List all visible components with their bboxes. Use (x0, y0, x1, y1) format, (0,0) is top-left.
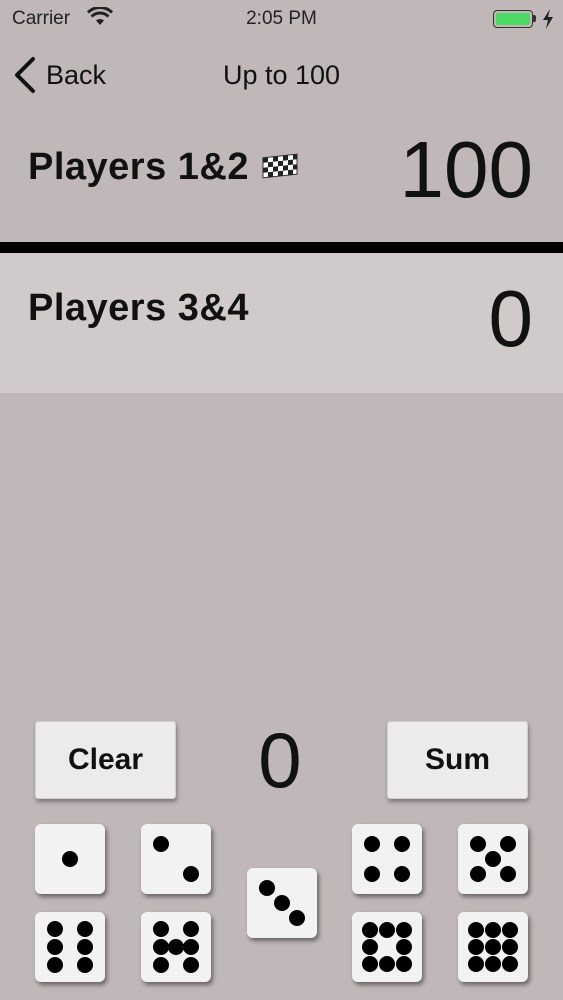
die-pip (470, 836, 486, 852)
die-pip (153, 921, 169, 937)
roll-total: 0 (258, 716, 302, 804)
die-pip (468, 939, 484, 955)
status-bar: Carrier 2:05 PM (0, 0, 563, 40)
die-pip (394, 866, 410, 882)
battery-nub (533, 15, 536, 22)
die-pip (77, 957, 93, 973)
team-row-players-1-2[interactable]: Players 1&2 100 (0, 110, 563, 242)
die-pip (183, 939, 199, 955)
battery-icon (493, 10, 533, 28)
die-face-icon (470, 836, 516, 882)
die-pip (485, 956, 501, 972)
navigation-bar: Back Up to 100 (0, 40, 563, 110)
die-face-icon (364, 836, 410, 882)
die-pip (500, 866, 516, 882)
die-face-icon (153, 921, 199, 973)
die-3-button[interactable] (247, 868, 317, 938)
die-pip (502, 956, 518, 972)
die-2-button[interactable] (141, 824, 211, 894)
die-pip (396, 939, 412, 955)
die-9-button[interactable] (458, 912, 528, 982)
die-pip (502, 922, 518, 938)
die-pip (364, 836, 380, 852)
team-score: 0 (488, 274, 534, 363)
die-face-icon (362, 922, 412, 972)
die-pip (77, 939, 93, 955)
die-pip (183, 866, 199, 882)
die-pip (47, 921, 63, 937)
die-pip (47, 939, 63, 955)
die-pip (502, 939, 518, 955)
team-name: Players 1&2 (28, 146, 299, 189)
die-face-icon (47, 921, 93, 973)
die-pip (470, 866, 486, 882)
die-pip (396, 922, 412, 938)
die-face-icon (259, 880, 305, 926)
die-pip (77, 921, 93, 937)
die-pip (289, 910, 305, 926)
team-row-players-3-4[interactable]: Players 3&4 0 (0, 253, 563, 393)
die-pip (379, 922, 395, 938)
die-pip (362, 922, 378, 938)
die-5-button[interactable] (458, 824, 528, 894)
die-pip (485, 922, 501, 938)
team-name-label: Players 1&2 (28, 146, 249, 188)
die-pip (362, 956, 378, 972)
die-pip (485, 939, 501, 955)
die-pip (153, 957, 169, 973)
team-divider (0, 242, 563, 253)
team-name: Players 3&4 (28, 287, 249, 329)
die-pip (47, 957, 63, 973)
team-score: 100 (399, 125, 533, 214)
die-pip (274, 895, 290, 911)
die-4-button[interactable] (352, 824, 422, 894)
die-pip (62, 851, 78, 867)
die-7-button[interactable] (141, 912, 211, 982)
clear-button[interactable]: Clear (35, 721, 176, 799)
charging-bolt-icon (543, 9, 553, 29)
die-pip (362, 939, 378, 955)
die-6-button[interactable] (35, 912, 105, 982)
die-pip (396, 956, 412, 972)
die-pip (168, 939, 184, 955)
die-face-icon (153, 836, 199, 882)
die-8-button[interactable] (352, 912, 422, 982)
die-pip (153, 836, 169, 852)
status-time: 2:05 PM (246, 8, 317, 29)
die-pip (364, 866, 380, 882)
die-face-icon (468, 922, 518, 972)
die-pip (183, 921, 199, 937)
die-pip (259, 880, 275, 896)
sum-button[interactable]: Sum (387, 721, 528, 799)
die-1-button[interactable] (35, 824, 105, 894)
die-pip (468, 956, 484, 972)
die-pip (485, 851, 501, 867)
die-pip (468, 922, 484, 938)
checkered-flag-icon (262, 153, 298, 179)
die-pip (379, 956, 395, 972)
die-pip (183, 957, 199, 973)
die-pip (394, 836, 410, 852)
die-pip (500, 836, 516, 852)
page-title: Up to 100 (222, 60, 341, 90)
die-face-icon (62, 851, 78, 867)
die-pip (153, 939, 169, 955)
